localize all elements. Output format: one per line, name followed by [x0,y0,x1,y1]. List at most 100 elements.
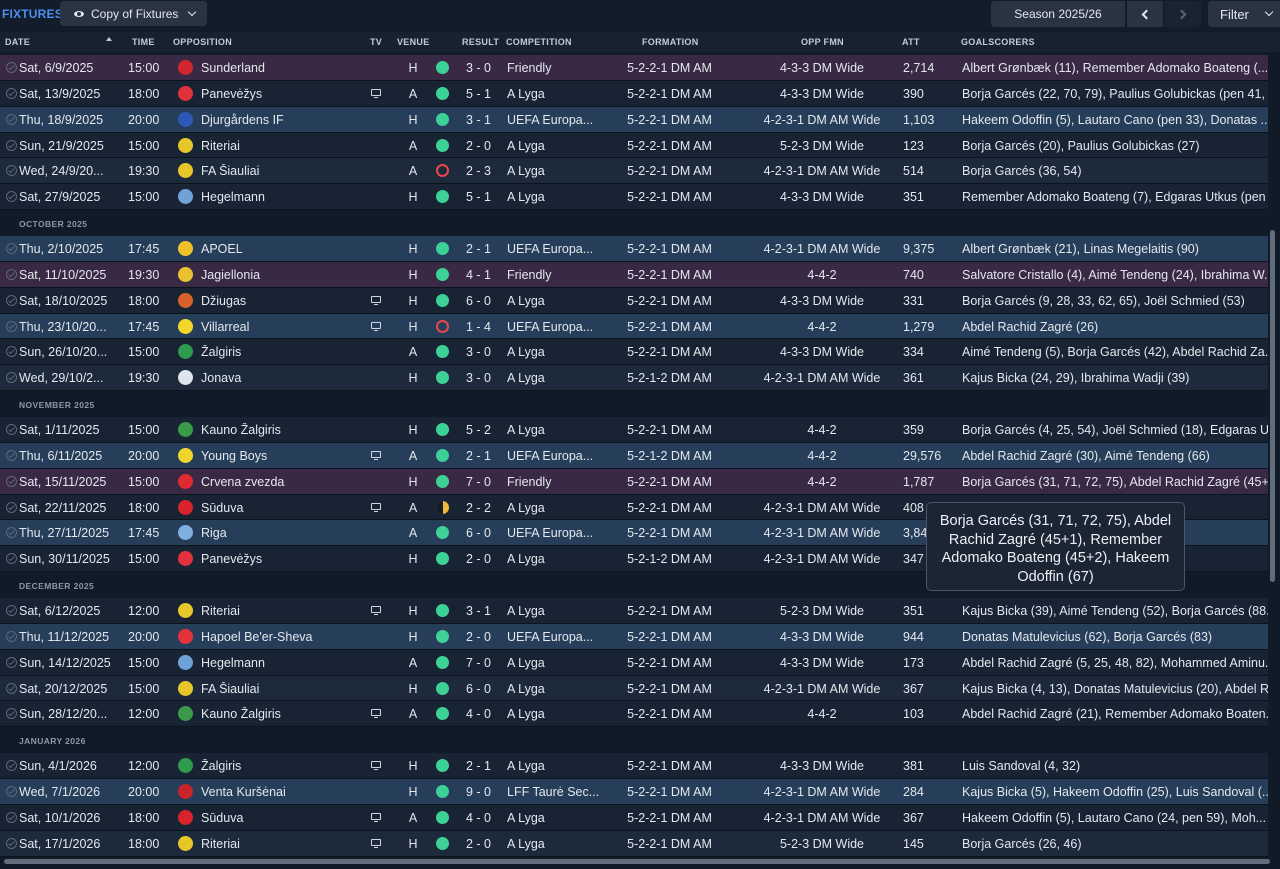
cell-comp[interactable]: A Lyga [507,190,599,204]
cell-opp[interactable]: Kauno Žalgiris [201,707,366,721]
cell-comp[interactable]: UEFA Europa... [507,113,599,127]
cell-comp[interactable]: A Lyga [507,552,599,566]
next-season-button[interactable] [1165,1,1201,27]
fixture-row[interactable]: 5 - 2 Sat, 1/11/2025 15:00 Kauno Žalgiris H A… [0,417,1268,443]
cell-scorers[interactable]: Borja Garcés (31, 71, 72, 75), Abdel Rac… [962,475,1268,489]
cell-comp[interactable]: A Lyga [507,345,599,359]
horizontal-scrollbar[interactable] [4,859,1270,864]
cell-scorers[interactable]: Abdel Rachid Zagré (5, 25, 48, 82), Moha… [962,656,1268,670]
cell-scorers[interactable]: Borja Garcés (26, 46) [962,837,1268,851]
column-header-competition[interactable]: COMPETITION [506,37,572,47]
fixture-row[interactable]: 3 - 0 Sun, 26/10/20... 15:00 Žalgiris A A Lyg… [0,339,1268,366]
fixture-row[interactable]: 2 - 0 Sat, 17/1/2026 18:00 Riteriai H A Lyga 5… [0,830,1268,857]
column-header-opposition[interactable]: OPPOSITION [173,37,232,47]
cell-opp[interactable]: Sūduva [201,501,366,515]
cell-scorers[interactable]: Abdel Rachid Zagré (21), Remember Adomak… [962,707,1268,721]
match-score[interactable]: 3 - 1 [466,604,496,618]
fixture-row[interactable]: 1 - 4 Thu, 23/10/20... 17:45 Villarreal H UEF… [0,313,1268,340]
cell-scorers[interactable]: Salvatore Cristallo (4), Aimé Tendeng (2… [962,268,1268,282]
cell-opp[interactable]: Sūduva [201,811,366,825]
cell-opp[interactable]: Djurgårdens IF [201,113,366,127]
cell-comp[interactable]: A Lyga [507,656,599,670]
cell-comp[interactable]: A Lyga [507,682,599,696]
match-score[interactable]: 3 - 0 [466,345,496,359]
fixture-row[interactable]: 3 - 1 Thu, 18/9/2025 20:00 Djurgårdens IF H U… [0,106,1268,133]
cell-comp[interactable]: A Lyga [507,164,599,178]
column-header-att[interactable]: ATT [902,37,920,47]
fixture-row[interactable]: 5 - 1 Sat, 13/9/2025 18:00 Panevėžys A A Lyga… [0,80,1268,107]
match-score[interactable]: 5 - 1 [466,87,496,101]
column-header-time[interactable]: TIME [132,37,155,47]
cell-opp[interactable]: Hapoel Be'er-Sheva [201,630,366,644]
column-header-tv[interactable]: TV [370,37,382,47]
fixture-row[interactable]: 6 - 0 Sat, 18/10/2025 18:00 Džiugas H A Lyga 5… [0,287,1268,314]
match-score[interactable]: 2 - 0 [466,139,496,153]
cell-scorers[interactable]: Albert Grønbæk (21), Linas Megelaitis (9… [962,242,1268,256]
cell-scorers[interactable]: Abdel Rachid Zagré (30), Aimé Tendeng (6… [962,449,1268,463]
cell-opp[interactable]: Crvena zvezda [201,475,366,489]
fixture-row[interactable]: 2 - 1 Sun, 4/1/2026 12:00 Žalgiris H A Lyga 5-… [0,753,1268,780]
cell-comp[interactable]: A Lyga [507,501,599,515]
cell-opp[interactable]: Hegelmann [201,656,366,670]
cell-comp[interactable]: UEFA Europa... [507,630,599,644]
cell-scorers[interactable]: Borja Garcés (4, 25, 54), Joël Schmied (… [962,423,1268,437]
cell-scorers[interactable]: Borja Garcés (36, 54) [962,164,1268,178]
cell-opp[interactable]: Sunderland [201,61,366,75]
cell-opp[interactable]: Riteriai [201,139,366,153]
cell-opp[interactable]: Panevėžys [201,552,366,566]
cell-opp[interactable]: APOEL [201,242,366,256]
cell-opp[interactable]: Riga [201,526,366,540]
cell-opp[interactable]: FA Šiauliai [201,682,366,696]
cell-comp[interactable]: A Lyga [507,139,599,153]
cell-scorers[interactable]: Albert Grønbæk (11), Remember Adomako Bo… [962,61,1268,75]
fixture-row[interactable]: 3 - 0 Wed, 29/10/2... 19:30 Jonava H A Lyga 5-… [0,365,1268,392]
cell-scorers[interactable]: Hakeem Odoffin (5), Lautaro Cano (pen 33… [962,113,1268,127]
match-score[interactable]: 7 - 0 [466,475,496,489]
vertical-scrollbar[interactable] [1270,230,1275,582]
match-score[interactable]: 5 - 1 [466,190,496,204]
match-score[interactable]: 2 - 1 [466,449,496,463]
match-score[interactable]: 6 - 0 [466,294,496,308]
cell-scorers[interactable]: Kajus Bicka (5), Hakeem Odoffin (25), Lu… [962,785,1268,799]
match-score[interactable]: 2 - 3 [466,164,496,178]
filter-button[interactable]: Filter [1208,1,1280,27]
cell-comp[interactable]: A Lyga [507,371,599,385]
cell-opp[interactable]: Žalgiris [201,345,366,359]
column-header-result[interactable]: RESULT [462,37,499,47]
match-score[interactable]: 5 - 2 [466,423,496,437]
cell-comp[interactable]: A Lyga [507,837,599,851]
fixture-row[interactable]: 3 - 0 Sat, 6/9/2025 15:00 Sunderland H Friend… [0,55,1268,81]
cell-scorers[interactable]: Borja Garcés (20), Paulius Golubickas (2… [962,139,1268,153]
cell-opp[interactable]: Hegelmann [201,190,366,204]
cell-scorers[interactable]: Kajus Bicka (39), Aimé Tendeng (52), Bor… [962,604,1268,618]
column-header-venue[interactable]: VENUE [397,37,430,47]
match-score[interactable]: 3 - 1 [466,113,496,127]
cell-scorers[interactable]: Hakeem Odoffin (5), Lautaro Cano (24, pe… [962,811,1268,825]
cell-comp[interactable]: A Lyga [507,604,599,618]
column-header-goalscorers[interactable]: GOALSCORERS [961,37,1035,47]
cell-comp[interactable]: Friendly [507,61,599,75]
fixture-row[interactable]: 4 - 0 Sat, 10/1/2026 18:00 Sūduva A A Lyga 5-2… [0,804,1268,831]
match-score[interactable]: 1 - 4 [466,320,496,334]
match-score[interactable]: 3 - 0 [466,371,496,385]
match-score[interactable]: 6 - 0 [466,682,496,696]
view-selector-dropdown[interactable]: Copy of Fixtures [60,1,207,26]
cell-comp[interactable]: LFF Taurė Sec... [507,785,599,799]
cell-comp[interactable]: UEFA Europa... [507,526,599,540]
cell-comp[interactable]: UEFA Europa... [507,449,599,463]
cell-comp[interactable]: Friendly [507,475,599,489]
match-score[interactable]: 4 - 0 [466,811,496,825]
match-score[interactable]: 7 - 0 [466,656,496,670]
season-selector[interactable]: Season 2025/26 [991,1,1125,27]
fixture-row[interactable]: 7 - 0 Sun, 14/12/2025 15:00 Hegelmann A A Lyg… [0,649,1268,676]
column-header-formation[interactable]: FORMATION [642,37,699,47]
cell-scorers[interactable]: Kajus Bicka (4, 13), Donatas Matuleviciu… [962,682,1268,696]
cell-comp[interactable]: UEFA Europa... [507,242,599,256]
match-score[interactable]: 2 - 0 [466,552,496,566]
fixture-row[interactable]: 2 - 0 Thu, 11/12/2025 20:00 Hapoel Be'er-Sh… [0,623,1268,650]
fixture-row[interactable]: 3 - 1 Sat, 6/12/2025 12:00 Riteriai H A Lyga 5… [0,598,1268,624]
cell-comp[interactable]: A Lyga [507,707,599,721]
cell-opp[interactable]: Young Boys [201,449,366,463]
match-score[interactable]: 2 - 1 [466,242,496,256]
match-score[interactable]: 4 - 1 [466,268,496,282]
